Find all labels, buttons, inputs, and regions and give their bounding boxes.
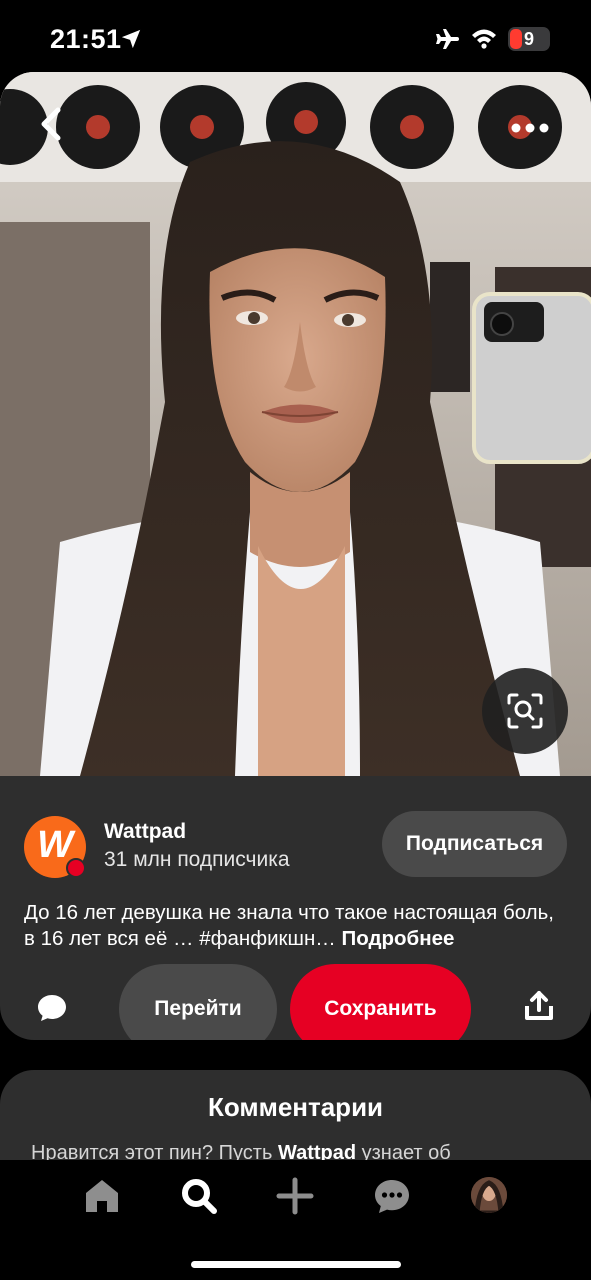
read-more-link[interactable]: Подробнее (342, 927, 455, 950)
comments-title: Комментарии (207, 1092, 384, 1122)
pin-description: До 16 лет девушка не знала что такое нас… (24, 900, 569, 952)
creator-followers: 31 млн подписчика (104, 848, 290, 871)
battery-level: 9 (523, 29, 534, 49)
pin-photo (0, 72, 591, 776)
verified-badge-icon (66, 858, 86, 878)
follow-button[interactable]: Подписаться (382, 811, 567, 877)
save-button[interactable]: Сохранить (290, 964, 471, 1040)
plus-icon[interactable] (275, 1176, 315, 1216)
home-indicator (191, 1261, 401, 1268)
status-bar: 21:51 9 (0, 0, 591, 72)
visit-button[interactable]: Перейти (119, 964, 277, 1040)
battery-icon: 9 (508, 27, 550, 51)
pin-actions: Перейти Сохранить (0, 962, 591, 1040)
comment-icon[interactable] (36, 992, 68, 1024)
creator-name[interactable]: Wattpad (104, 820, 186, 844)
more-options-icon[interactable] (508, 116, 552, 140)
messages-icon[interactable] (372, 1176, 412, 1216)
pin-card: W Wattpad 31 млн подписчика Подписаться … (0, 72, 591, 1040)
share-icon[interactable] (523, 990, 555, 1022)
home-icon[interactable] (82, 1176, 122, 1216)
pin-image[interactable] (0, 72, 591, 776)
airplane-icon (436, 29, 459, 49)
location-arrow-icon (121, 29, 141, 49)
profile-avatar[interactable] (471, 1177, 507, 1213)
back-button[interactable] (30, 102, 74, 146)
description-text: До 16 лет девушка не знала что такое нас… (24, 901, 555, 950)
creator-row: W Wattpad 31 млн подписчика Подписаться (0, 776, 591, 896)
search-icon[interactable] (179, 1176, 219, 1216)
visual-search-button[interactable] (482, 668, 568, 754)
wifi-icon (472, 29, 496, 49)
status-time: 21:51 (50, 24, 122, 54)
bottom-nav (0, 1160, 591, 1280)
lens-search-icon (507, 693, 543, 729)
